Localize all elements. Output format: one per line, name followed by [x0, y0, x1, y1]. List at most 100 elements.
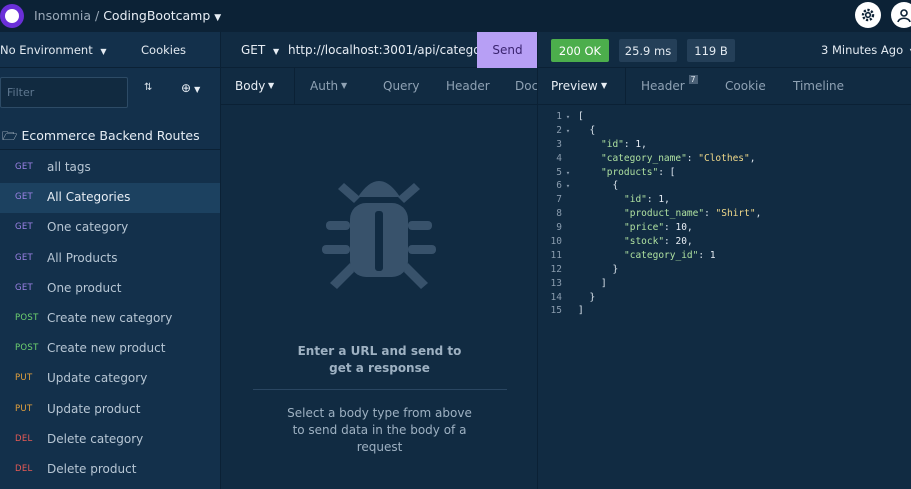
sidebar-request-item[interactable]: DEL Delete product	[0, 455, 220, 485]
sort-icon[interactable]: ⇅	[144, 82, 152, 93]
fold-chevron-icon[interactable]: ▾	[562, 167, 574, 181]
tab-auth[interactable]: Auth	[310, 79, 338, 93]
tab-timeline[interactable]: Timeline	[793, 79, 844, 93]
code-line: 13 ]	[538, 277, 911, 291]
tab-header[interactable]: Header 7	[641, 75, 698, 93]
code-text: [	[578, 111, 584, 122]
empty-state-hint: Select a body type from above to send da…	[287, 406, 472, 454]
add-request-button[interactable]: ⊕ ▼	[181, 81, 200, 95]
request-method-badge: POST	[15, 313, 39, 323]
fold-gutter	[562, 208, 574, 222]
code-line: 1 ▾ [	[538, 110, 911, 124]
sidebar-request-item[interactable]: GET All Categories	[0, 183, 220, 214]
tab-body-label: Body	[235, 79, 266, 93]
tab-query[interactable]: Query	[383, 79, 419, 93]
response-body-viewer[interactable]: 1 ▾[2 ▾{3 "id": 1, 4 "category_name": "Clot…	[538, 110, 911, 318]
request-name: All Products	[47, 250, 118, 265]
line-number: 14	[550, 291, 562, 303]
response-tabs: Preview ▼ Header 7 Cookie Timeline	[538, 68, 911, 105]
response-status-bar: 200 OK 25.9 ms 119 B 3 Minutes Ago ▼	[538, 32, 911, 68]
environment-row: No Environment ▼ Cookies	[0, 32, 221, 68]
workspace-name[interactable]: CodingBootcamp	[103, 8, 210, 23]
request-name: Update category	[47, 371, 148, 386]
chevron-down-icon: ▼	[194, 85, 201, 94]
line-number: 1	[556, 111, 562, 122]
fold-gutter	[562, 153, 574, 167]
fold-chevron-icon[interactable]: ▾	[562, 125, 574, 139]
chevron-down-icon: ▼	[341, 81, 348, 90]
fold-gutter	[562, 236, 574, 250]
method-label: GET	[241, 43, 266, 57]
code-text: "id": 1,	[624, 194, 670, 206]
code-text: "products": [	[601, 166, 676, 178]
sidebar: No Environment ▼ Cookies Filter ⇅ ⊕ ▼ 🗁 E…	[0, 32, 221, 489]
environment-selector[interactable]: No Environment ▼	[0, 43, 107, 57]
fold-gutter	[562, 222, 574, 236]
history-dropdown[interactable]: 3 Minutes Ago ▼	[821, 43, 911, 57]
request-name: One category	[47, 220, 129, 235]
code-text: "stock": 20,	[624, 236, 693, 248]
title-bar: Insomnia / CodingBootcamp ▼	[0, 0, 911, 32]
code-line: 12 }	[538, 263, 911, 277]
sidebar-request-item[interactable]: DEL Delete category	[0, 425, 220, 455]
fold-gutter	[562, 305, 574, 319]
request-name: all tags	[47, 160, 91, 174]
breadcrumb-separator: /	[95, 8, 100, 23]
line-number: 5	[556, 166, 562, 178]
request-name: Delete category	[47, 431, 144, 446]
code-text: }	[612, 263, 619, 275]
code-text: "category_name": "Clothes",	[601, 152, 756, 164]
sidebar-request-item[interactable]: POST Create new product	[0, 334, 220, 364]
tab-docs[interactable]: Doc	[515, 79, 537, 93]
size-badge: 119 B	[687, 39, 735, 62]
chevron-down-icon: ▼	[100, 47, 107, 56]
send-button[interactable]: Send	[477, 32, 537, 68]
tab-body[interactable]: Body ▼	[221, 68, 295, 104]
code-line: 3 "id": 1,	[538, 138, 911, 152]
sidebar-request-item[interactable]: GET all tags	[0, 153, 220, 183]
sidebar-request-item[interactable]: PUT Update product	[0, 395, 220, 425]
request-name: Delete product	[47, 462, 137, 476]
chevron-down-icon: ▼	[273, 47, 280, 56]
fold-gutter	[562, 278, 574, 292]
tab-cookie[interactable]: Cookie	[725, 79, 766, 93]
fold-chevron-icon[interactable]: ▾	[562, 111, 574, 125]
fold-gutter	[562, 194, 574, 208]
sidebar-request-item[interactable]: GET All Products	[0, 244, 220, 274]
request-method-badge: DEL	[15, 464, 33, 474]
filter-input[interactable]: Filter	[0, 77, 128, 108]
response-pane: 200 OK 25.9 ms 119 B 3 Minutes Ago ▼ Pre…	[538, 32, 911, 489]
cookies-button[interactable]: Cookies	[141, 43, 186, 57]
sidebar-request-item[interactable]: GET One category	[0, 213, 220, 243]
sidebar-request-item[interactable]: GET One product	[0, 274, 220, 304]
insomnia-logo-icon[interactable]	[0, 4, 24, 28]
tab-preview[interactable]: Preview ▼	[538, 68, 626, 104]
fold-gutter	[562, 139, 574, 153]
code-line: 14 }	[538, 291, 911, 305]
folder-name: Ecommerce Backend Routes	[21, 128, 200, 143]
request-name: All Categories	[47, 190, 131, 205]
workspace-breadcrumb[interactable]: Insomnia / CodingBootcamp ▼	[34, 8, 221, 23]
line-number: 2	[556, 124, 562, 136]
sidebar-request-item[interactable]: POST Create new category	[0, 304, 220, 334]
org-name: Insomnia	[34, 8, 92, 23]
tab-header-label: Header	[641, 79, 685, 93]
code-line: 2 ▾ {	[538, 124, 911, 138]
tab-header[interactable]: Header	[446, 79, 490, 93]
request-folder[interactable]: 🗁 Ecommerce Backend Routes	[2, 127, 200, 148]
url-input[interactable]: http://localhost:3001/api/categori	[288, 43, 489, 57]
request-method-badge: GET	[15, 222, 34, 233]
sidebar-request-item[interactable]: PUT Update category	[0, 364, 220, 394]
request-method-badge: PUT	[15, 403, 33, 414]
code-line: 8 "product_name": "Shirt",	[538, 207, 911, 221]
account-icon[interactable]	[891, 2, 911, 28]
fold-gutter	[562, 250, 574, 264]
method-selector[interactable]: GET ▼	[241, 43, 279, 57]
line-number: 12	[550, 263, 562, 275]
code-line: 5 ▾ "products": [	[538, 166, 911, 180]
line-number: 8	[556, 208, 562, 220]
fold-chevron-icon[interactable]: ▾	[562, 180, 574, 194]
line-number: 4	[556, 152, 562, 164]
settings-gear-icon[interactable]	[855, 2, 881, 28]
chevron-down-icon[interactable]: ▼	[214, 13, 221, 23]
